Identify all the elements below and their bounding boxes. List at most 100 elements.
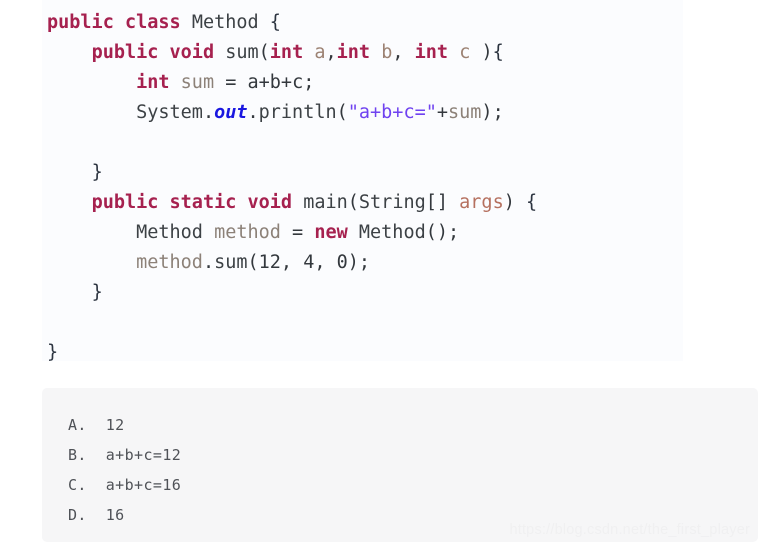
code-token-field: out (214, 102, 248, 123)
code-token-kw: void (169, 42, 215, 63)
code-token-ident: method (136, 252, 203, 273)
code-token-type: Method (136, 222, 203, 243)
code-token-brace: } (91, 282, 103, 303)
code-token-brace: } (47, 342, 59, 361)
code-token-brace: { (492, 42, 504, 63)
code-token-op: = (292, 222, 304, 243)
code-token-punct: ( (336, 102, 348, 123)
code-token-punct: . (202, 102, 215, 123)
code-line: int sum = a+b+c; (47, 68, 683, 98)
code-token-punct: ) (481, 42, 493, 63)
answer-option-label: A. (68, 416, 87, 434)
code-token-ident: sum (180, 72, 215, 93)
code-token-punct: ; (492, 102, 504, 123)
code-line: Method method = new Method(); (47, 218, 683, 248)
answer-option-c[interactable]: C. a+b+c=16 (68, 470, 758, 500)
code-token-punct: ( (347, 192, 359, 213)
code-block: public class Method { public void sum(in… (42, 0, 683, 361)
code-line: } (47, 338, 683, 361)
answer-option-text: a+b+c=12 (105, 446, 182, 464)
code-token-punct: , (280, 252, 304, 273)
code-token-punct: , (314, 252, 337, 273)
code-line: System.out.println("a+b+c="+sum); (47, 98, 683, 128)
code-token-punct: , (392, 42, 415, 63)
code-token-kw: public (47, 12, 114, 33)
watermark-text: https://blog.csdn.net/the_first_player (509, 522, 750, 538)
code-token-type: println (258, 102, 337, 123)
code-token-op: = (225, 72, 237, 93)
code-token-punct: . (202, 252, 215, 273)
code-token-punct: ; (303, 72, 315, 93)
code-token-var: b (381, 42, 393, 63)
code-token-kw: int (336, 42, 371, 63)
answer-option-label: C. (68, 476, 87, 494)
answer-option-spacer (87, 416, 106, 434)
code-token-kw: public (91, 42, 159, 63)
answer-option-b[interactable]: B. a+b+c=12 (68, 440, 758, 470)
code-token-ident: method (214, 222, 281, 243)
code-token-punct: ( (258, 42, 270, 63)
code-token-type: main (303, 192, 348, 213)
code-token-ident: sum (448, 102, 482, 123)
code-token-num: 0 (336, 252, 348, 273)
code-token-kw: class (124, 12, 181, 33)
code-line: public class Method { (47, 8, 683, 38)
code-token-kw: public (91, 192, 159, 213)
code-token-punct: ) (503, 192, 515, 213)
code-token-kw: int (414, 42, 449, 63)
code-token-kw: new (314, 222, 348, 243)
answer-option-text: 16 (105, 506, 125, 524)
code-line: public static void main(String[] args) { (47, 188, 683, 218)
code-token-var: c (459, 42, 471, 63)
answer-option-text: 12 (105, 416, 125, 434)
code-token-punct: ; (448, 222, 460, 243)
code-token-punct: ; (358, 252, 371, 273)
answer-options-list: A. 12 B. a+b+c=12 C. a+b+c=16 D. 16 (68, 410, 758, 530)
code-token-punct: ) (481, 102, 493, 123)
code-token-punct: ) (347, 252, 359, 273)
code-token-type: sum (225, 42, 259, 63)
code-token-punct: () (425, 222, 448, 243)
code-token-num: 12 (258, 252, 281, 273)
answer-option-spacer (87, 476, 106, 494)
code-token-kw: static (169, 192, 237, 213)
code-token-type: sum (214, 252, 248, 273)
code-token-brace: { (269, 12, 281, 33)
code-token-punct: [] (425, 192, 449, 213)
code-token-args: args (459, 192, 504, 213)
code-token-op: + (436, 102, 448, 123)
answer-option-a[interactable]: A. 12 (68, 410, 758, 440)
code-token-type: Method (358, 222, 426, 243)
code-token-plain: a+b+c (247, 72, 304, 93)
code-token-kw: int (136, 72, 170, 93)
code-line: method.sum(12, 4, 0); (47, 248, 683, 278)
code-token-punct: . (247, 102, 259, 123)
